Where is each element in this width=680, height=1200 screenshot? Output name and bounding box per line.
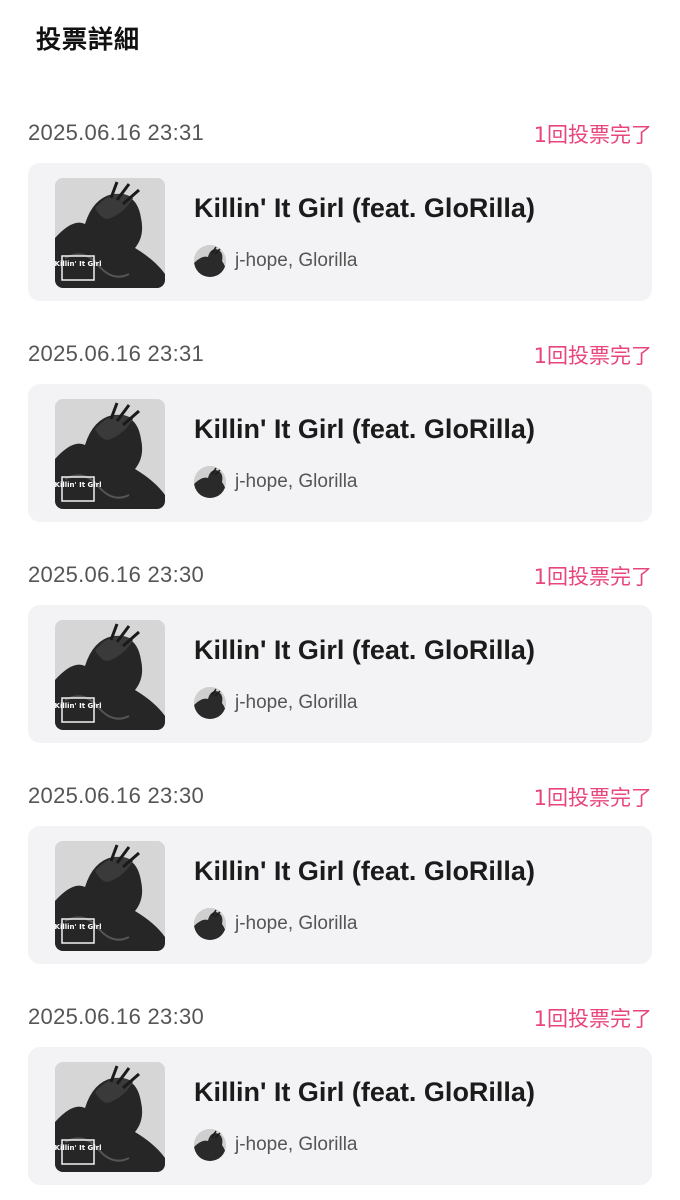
artist-row: j-hope, Glorilla [194, 908, 614, 942]
artist-row: j-hope, Glorilla [194, 687, 614, 721]
vote-meta: 2025.06.16 23:31 1回投票完了 [28, 116, 652, 150]
album-art: Killin' It Girl [55, 399, 165, 509]
vote-status-label: 1回投票完了 [533, 786, 652, 810]
song-title: Killin' It Girl (feat. GloRilla) [194, 1077, 535, 1107]
album-art-label: Killin' It Girl [55, 702, 101, 710]
artist-avatar [194, 687, 226, 719]
vote-meta: 2025.06.16 23:30 1回投票完了 [28, 779, 652, 813]
vote-entry: 2025.06.16 23:30 1回投票完了 Killin' It Girl … [0, 779, 680, 979]
artist-avatar [194, 466, 226, 498]
artist-name: j-hope, Glorilla [235, 692, 358, 713]
page-title: 投票詳細 [36, 25, 141, 54]
vote-timestamp: 2025.06.16 23:30 [28, 1004, 205, 1029]
artist-name: j-hope, Glorilla [235, 1134, 358, 1155]
song-card[interactable]: Killin' It Girl Killin' It Girl (feat. G… [28, 826, 652, 964]
vote-status-label: 1回投票完了 [533, 344, 652, 368]
vote-entry: 2025.06.16 23:31 1回投票完了 Killin' It Girl … [0, 337, 680, 537]
song-card[interactable]: Killin' It Girl Killin' It Girl (feat. G… [28, 605, 652, 743]
vote-meta: 2025.06.16 23:30 1回投票完了 [28, 558, 652, 592]
song-title: Killin' It Girl (feat. GloRilla) [194, 856, 535, 886]
song-card[interactable]: Killin' It Girl Killin' It Girl (feat. G… [28, 384, 652, 522]
album-art: Killin' It Girl [55, 178, 165, 288]
artist-name: j-hope, Glorilla [235, 913, 358, 934]
album-art-label: Killin' It Girl [55, 923, 101, 931]
vote-status-label: 1回投票完了 [533, 123, 652, 147]
album-art-label: Killin' It Girl [55, 1144, 101, 1152]
album-art-label: Killin' It Girl [55, 260, 101, 268]
album-art-label: Killin' It Girl [55, 481, 101, 489]
artist-row: j-hope, Glorilla [194, 466, 614, 500]
song-title: Killin' It Girl (feat. GloRilla) [194, 193, 535, 223]
song-card[interactable]: Killin' It Girl Killin' It Girl (feat. G… [28, 163, 652, 301]
vote-entry: 2025.06.16 23:30 1回投票完了 Killin' It Girl … [0, 1000, 680, 1200]
vote-timestamp: 2025.06.16 23:30 [28, 783, 205, 808]
song-title: Killin' It Girl (feat. GloRilla) [194, 414, 535, 444]
artist-name: j-hope, Glorilla [235, 471, 358, 492]
artist-avatar [194, 245, 226, 277]
artist-name: j-hope, Glorilla [235, 250, 358, 271]
album-art: Killin' It Girl [55, 1062, 165, 1172]
song-title: Killin' It Girl (feat. GloRilla) [194, 635, 535, 665]
vote-timestamp: 2025.06.16 23:31 [28, 120, 205, 145]
vote-entry: 2025.06.16 23:30 1回投票完了 Killin' It Girl … [0, 558, 680, 758]
artist-avatar [194, 908, 226, 940]
album-art: Killin' It Girl [55, 841, 165, 951]
vote-meta: 2025.06.16 23:30 1回投票完了 [28, 1000, 652, 1034]
vote-entry: 2025.06.16 23:31 1回投票完了 Killin' It Girl … [0, 116, 680, 316]
vote-status-label: 1回投票完了 [533, 565, 652, 589]
artist-avatar [194, 1129, 226, 1161]
artist-row: j-hope, Glorilla [194, 245, 614, 279]
artist-row: j-hope, Glorilla [194, 1129, 614, 1163]
vote-timestamp: 2025.06.16 23:31 [28, 341, 205, 366]
vote-status-label: 1回投票完了 [533, 1007, 652, 1031]
vote-meta: 2025.06.16 23:31 1回投票完了 [28, 337, 652, 371]
song-card[interactable]: Killin' It Girl Killin' It Girl (feat. G… [28, 1047, 652, 1185]
vote-timestamp: 2025.06.16 23:30 [28, 562, 205, 587]
album-art: Killin' It Girl [55, 620, 165, 730]
